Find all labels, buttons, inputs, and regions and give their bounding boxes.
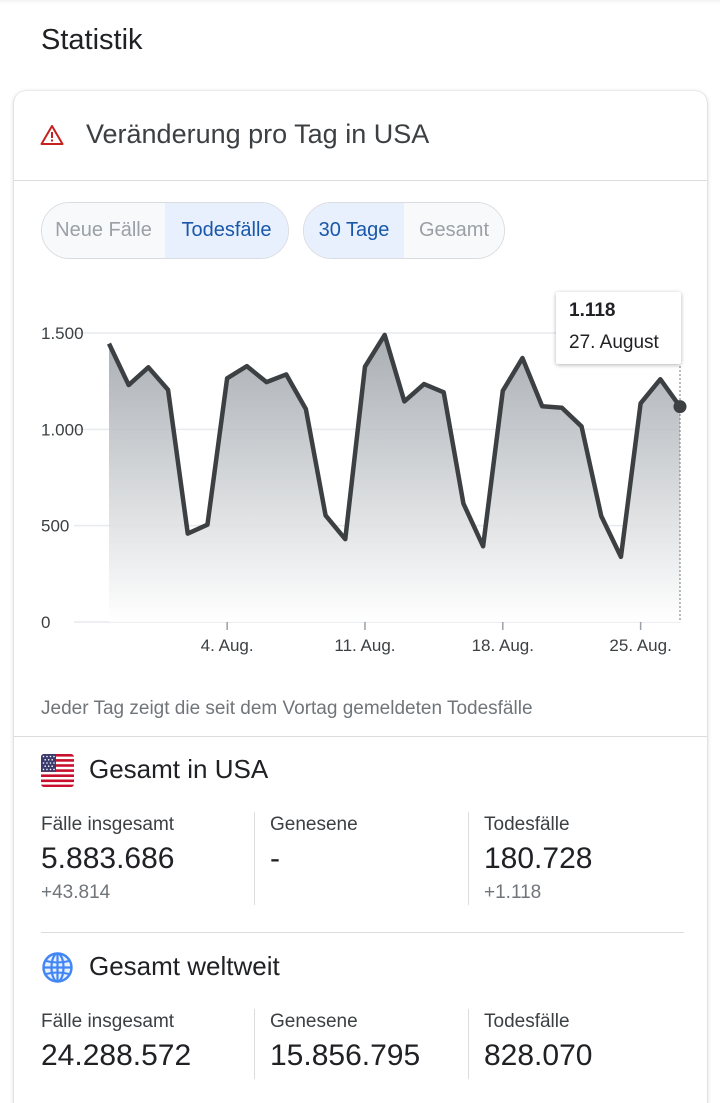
column-divider: [468, 812, 469, 905]
column-divider: [254, 812, 255, 905]
usa-total-cases: Fälle insgesamt 5.883.686 +43.814: [41, 814, 174, 904]
x-tick-label: 4. Aug.: [201, 636, 254, 655]
x-tick-label: 25. Aug.: [609, 636, 671, 655]
column-divider: [468, 1009, 469, 1079]
divider: [14, 736, 707, 737]
stat-label: Genesene: [270, 1011, 358, 1032]
top-shade: [0, 0, 720, 4]
chart-caption: Jeder Tag zeigt die seit dem Vortag geme…: [41, 698, 533, 719]
stats-card: Veränderung pro Tag in USA Neue Fälle To…: [14, 91, 707, 1103]
us-flag-icon: [41, 754, 74, 787]
metric-toggle: Neue Fälle Todesfälle: [41, 202, 289, 259]
globe-icon: [42, 952, 73, 983]
stat-value: 180.728: [484, 842, 593, 875]
page-title: Statistik: [41, 24, 143, 56]
toggle-total[interactable]: Gesamt: [404, 203, 504, 258]
y-tick-label: 1.000: [41, 420, 84, 439]
world-deaths: Todesfälle 828.070: [484, 1011, 592, 1073]
usa-deaths: Todesfälle 180.728 +1.118: [484, 814, 592, 904]
stat-label: Todesfälle: [484, 814, 570, 835]
column-divider: [254, 1009, 255, 1079]
chart-tooltip: 1.118 27. August: [556, 292, 681, 364]
y-tick-label: 1.500: [41, 324, 84, 343]
stat-label: Todesfälle: [484, 1011, 570, 1032]
toggle-deaths[interactable]: Todesfälle: [165, 203, 288, 258]
stat-value: 828.070: [484, 1039, 593, 1072]
warning-triangle-icon: [40, 125, 64, 145]
tooltip-date: 27. August: [569, 332, 659, 353]
stat-value: 15.856.795: [270, 1039, 421, 1072]
stat-label: Fälle insgesamt: [41, 1011, 175, 1032]
range-toggle: 30 Tage Gesamt: [303, 202, 505, 259]
y-tick-label: 0: [41, 613, 50, 632]
selected-data-point[interactable]: [673, 400, 687, 414]
stat-value: -: [270, 842, 280, 875]
world-total-cases: Fälle insgesamt 24.288.572: [41, 1011, 191, 1073]
x-tick-label: 18. Aug.: [472, 636, 534, 655]
card-title: Veränderung pro Tag in USA: [86, 119, 430, 149]
stat-value: 24.288.572: [41, 1039, 192, 1072]
stat-label: Fälle insgesamt: [41, 814, 175, 835]
usa-section-title: Gesamt in USA: [89, 754, 269, 784]
world-section-title: Gesamt weltweit: [89, 951, 280, 981]
stat-delta: +43.814: [41, 882, 111, 903]
card-header: Veränderung pro Tag in USA: [14, 91, 707, 181]
usa-recovered: Genesene -: [270, 814, 358, 876]
x-tick-label: 11. Aug.: [334, 636, 395, 655]
stat-value: 5.883.686: [41, 842, 175, 875]
stat-label: Genesene: [270, 814, 358, 835]
tooltip-value: 1.118: [569, 300, 616, 321]
world-recovered: Genesene 15.856.795: [270, 1011, 420, 1073]
toggle-new-cases[interactable]: Neue Fälle: [42, 203, 165, 258]
stat-delta: +1.118: [484, 882, 542, 903]
toggle-30-days[interactable]: 30 Tage: [304, 203, 404, 258]
y-tick-label: 500: [41, 517, 69, 536]
divider: [41, 932, 684, 933]
